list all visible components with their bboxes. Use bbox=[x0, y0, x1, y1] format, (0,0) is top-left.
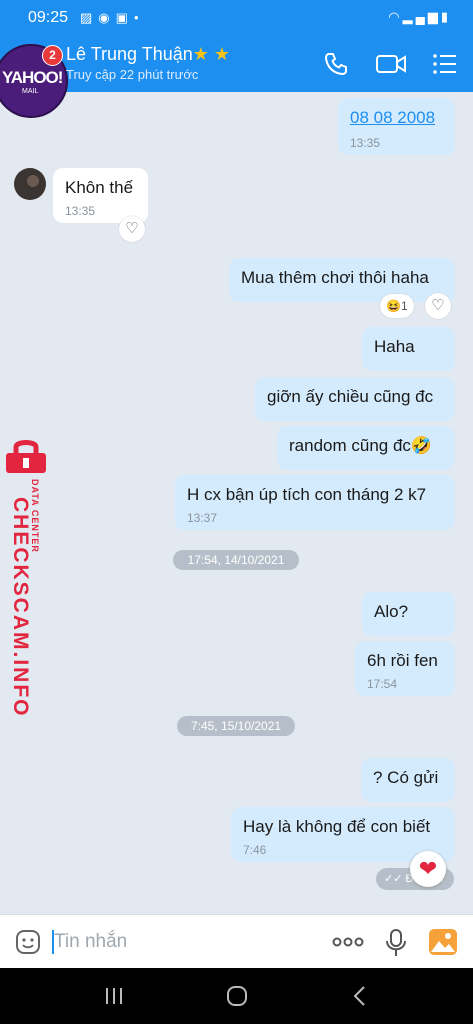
message-text: ? Có gửi bbox=[373, 768, 439, 787]
star-icon: ★ ★ bbox=[192, 44, 231, 64]
unread-badge: 2 bbox=[42, 45, 63, 66]
chat-area[interactable]: 08 08 2008 13:35 Khôn thế 13:35 ♡ Mua th… bbox=[0, 92, 473, 914]
message-time: 17:54 bbox=[367, 677, 398, 691]
notification-icons: ▨◉▣• bbox=[80, 10, 145, 26]
message-bubble-outgoing[interactable]: Mua thêm chơi thôi haha bbox=[229, 258, 455, 302]
message-bubble-outgoing[interactable]: H cx bận úp tích con tháng 2 k7 13:37 bbox=[175, 475, 455, 530]
watermark-brand: CHECKSCAM.INFO bbox=[9, 497, 32, 718]
reaction-badge[interactable]: 😆1 bbox=[380, 294, 414, 318]
sticker-icon[interactable] bbox=[15, 929, 41, 955]
date-separator: 7:45, 15/10/2021 bbox=[177, 716, 295, 736]
status-bar: 09:25 ▨◉▣• ◠▂▄▆▮ bbox=[0, 0, 473, 36]
contact-name-text: Lê Trung Thuận bbox=[66, 44, 193, 64]
heart-filled-icon: ❤ bbox=[418, 856, 438, 881]
message-bubble-outgoing[interactable]: ? Có gửi bbox=[361, 758, 455, 802]
heart-reaction-button[interactable]: ❤ bbox=[410, 851, 446, 887]
message-time: 13:37 bbox=[187, 511, 218, 525]
message-bubble-outgoing[interactable]: 08 08 2008 13:35 bbox=[338, 98, 455, 155]
status-dot: • bbox=[133, 10, 145, 25]
contact-name[interactable]: Lê Trung Thuận★ ★ bbox=[66, 44, 230, 65]
watermark: DATA CENTER CHECKSCAM.INFO bbox=[2, 437, 50, 718]
chat-header: YAHOO! MAIL 2 Lê Trung Thuận★ ★ Truy cập… bbox=[0, 36, 473, 118]
menu-list-icon[interactable] bbox=[432, 50, 458, 78]
gallery-icon: ▨ bbox=[80, 10, 99, 25]
signal-icon: ▂▄▆ bbox=[402, 9, 441, 24]
message-text: giỡn ấy chiều cũng đc bbox=[267, 387, 434, 406]
heart-outline-icon: ♡ bbox=[125, 220, 139, 237]
video-call-icon[interactable] bbox=[375, 50, 407, 78]
image-gallery-icon[interactable] bbox=[428, 928, 458, 956]
message-text: Khôn thế bbox=[65, 178, 134, 197]
message-time: 7:46 bbox=[243, 843, 267, 857]
battery-icon: ▮ bbox=[440, 9, 451, 24]
recent-apps-icon[interactable] bbox=[104, 986, 124, 1006]
zalo-icon: ▣ bbox=[115, 10, 134, 25]
message-bubble-incoming[interactable]: Khôn thế 13:35 bbox=[53, 168, 148, 223]
react-heart-button[interactable]: ♡ bbox=[425, 293, 451, 319]
back-icon[interactable] bbox=[352, 985, 366, 1007]
message-input-bar: Tin nhắn bbox=[0, 914, 473, 969]
message-text: H cx bận úp tích con tháng 2 k7 bbox=[187, 485, 427, 504]
message-bubble-outgoing[interactable]: 6h rồi fen 17:54 bbox=[355, 641, 455, 696]
date-link[interactable]: 08 08 2008 bbox=[350, 108, 435, 127]
heart-outline-icon: ♡ bbox=[431, 297, 445, 314]
message-time: 13:35 bbox=[65, 204, 96, 218]
reaction-count: 1 bbox=[400, 299, 408, 313]
microphone-icon[interactable] bbox=[385, 928, 407, 958]
message-text: Hay là không để con biết bbox=[243, 817, 431, 836]
avatar-logo-text: YAHOO! bbox=[2, 68, 63, 87]
system-nav-bar bbox=[0, 968, 473, 1024]
message-bubble-outgoing[interactable]: random cũng đc🤣 bbox=[277, 426, 455, 470]
message-time: 13:35 bbox=[350, 136, 381, 150]
messenger-icon: ◉ bbox=[98, 10, 116, 25]
message-bubble-outgoing[interactable]: giỡn ấy chiều cũng đc bbox=[255, 377, 455, 421]
message-input[interactable]: Tin nhắn bbox=[54, 931, 127, 953]
message-text: 6h rồi fen bbox=[367, 651, 438, 670]
laugh-emoji-icon: 😆 bbox=[386, 299, 401, 313]
message-text: Mua thêm chơi thôi haha bbox=[241, 268, 429, 287]
phone-icon[interactable] bbox=[322, 50, 350, 78]
message-text: Haha bbox=[374, 337, 415, 356]
lock-icon bbox=[6, 440, 46, 473]
react-heart-button[interactable]: ♡ bbox=[119, 216, 145, 242]
message-bubble-outgoing[interactable]: Alo? bbox=[362, 592, 455, 636]
home-icon[interactable] bbox=[226, 985, 248, 1007]
message-text: random cũng đc🤣 bbox=[289, 436, 433, 455]
date-separator: 17:54, 14/10/2021 bbox=[173, 550, 299, 570]
double-check-icon: ✓✓ bbox=[384, 873, 403, 885]
wifi-icon: ◠ bbox=[388, 9, 403, 24]
message-text: Alo? bbox=[374, 602, 409, 621]
last-seen-status: Truy cập 22 phút trước bbox=[66, 67, 199, 82]
more-options-icon[interactable] bbox=[332, 937, 364, 947]
message-bubble-outgoing[interactable]: Haha bbox=[362, 327, 455, 371]
status-time: 09:25 bbox=[28, 9, 69, 26]
sender-avatar[interactable] bbox=[14, 168, 46, 200]
system-icons: ◠▂▄▆▮ bbox=[388, 9, 451, 25]
